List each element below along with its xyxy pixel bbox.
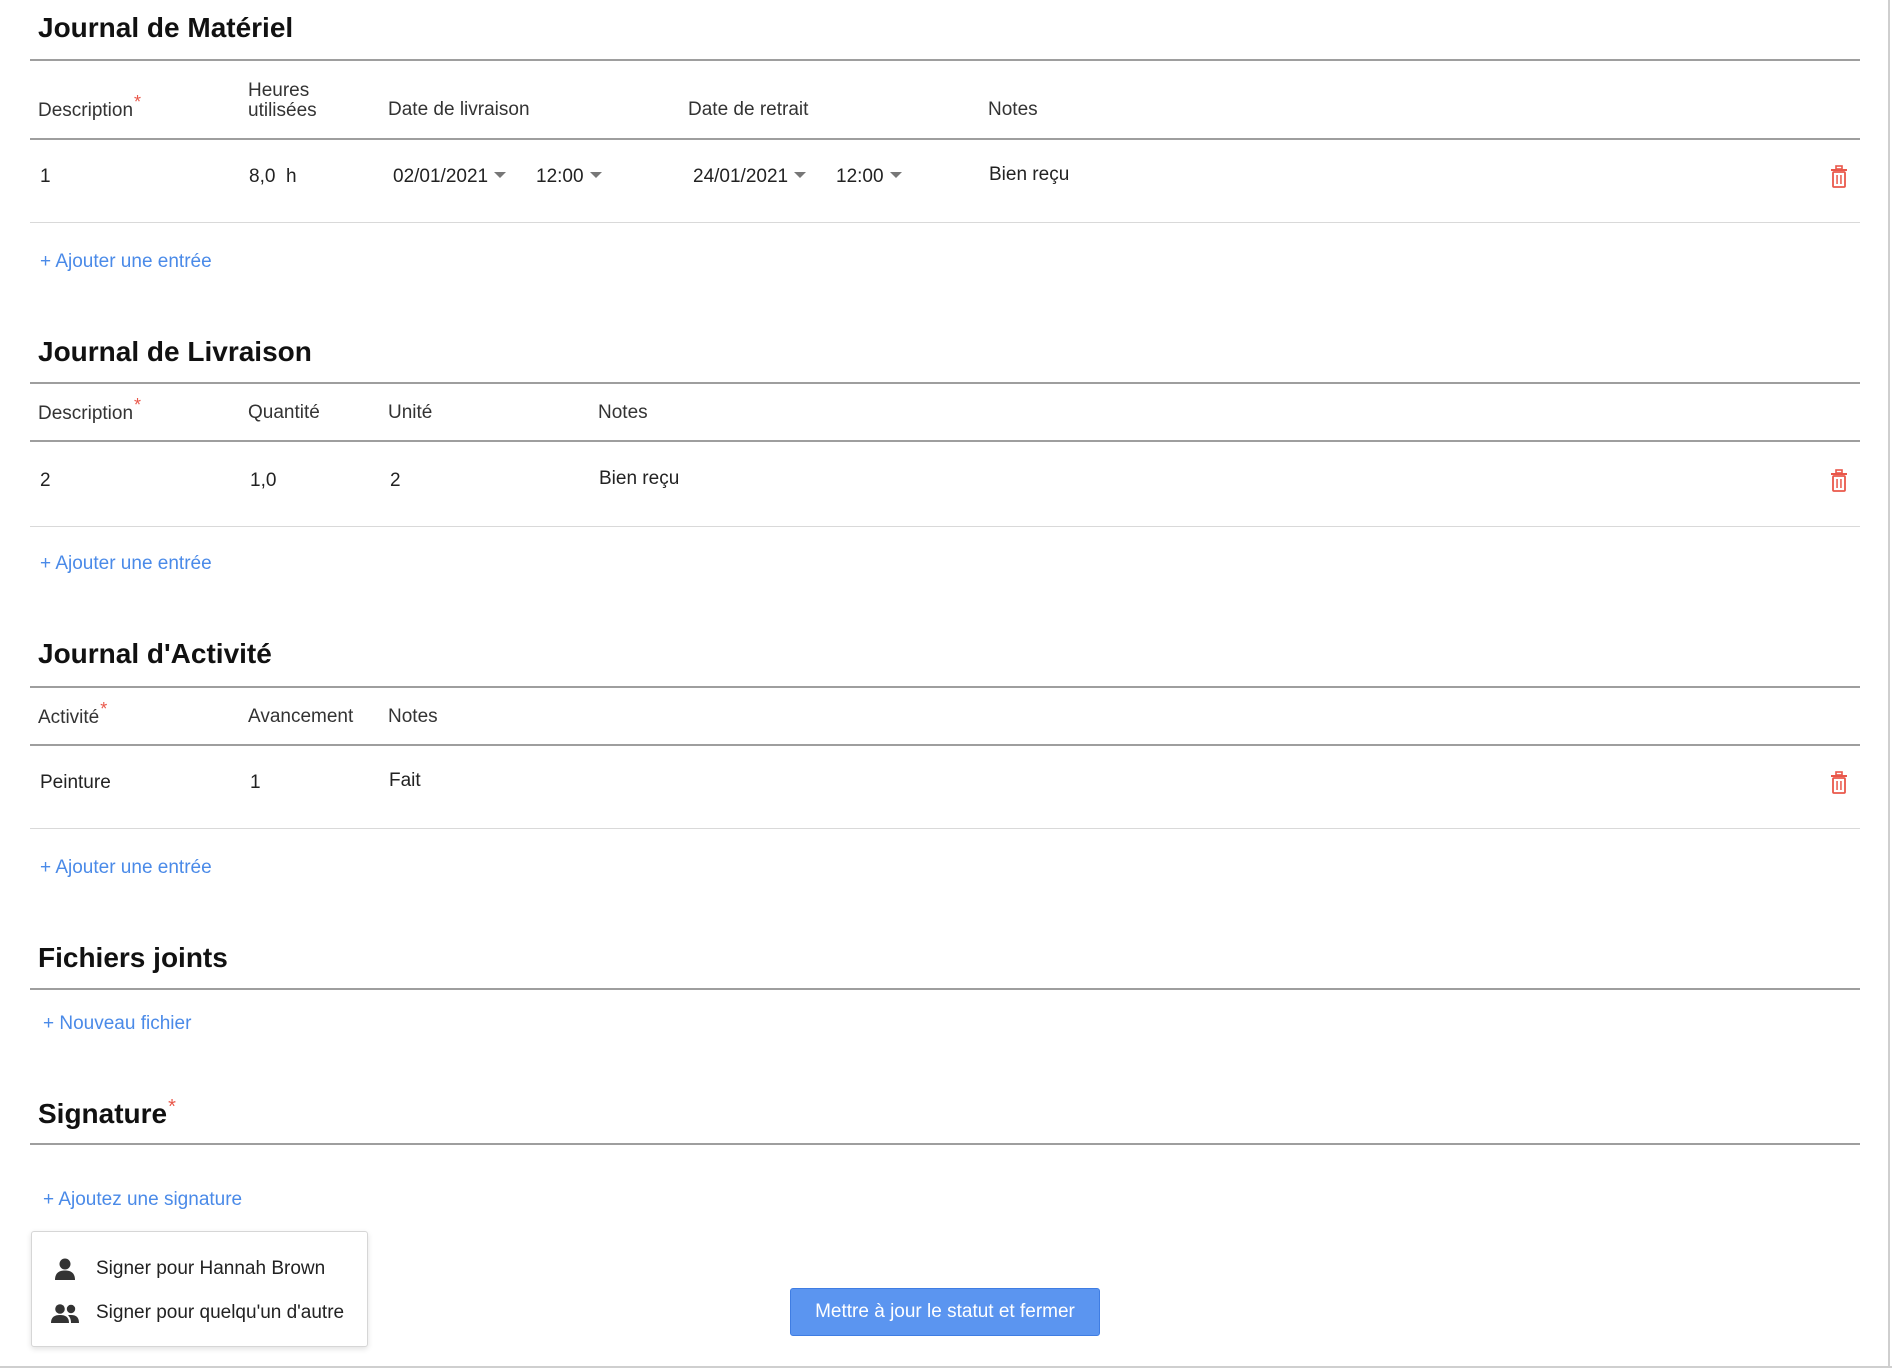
column-header-hours-used: Heures utilisées (248, 80, 317, 121)
column-header-activity: Activité* (38, 699, 108, 728)
activity-log-title-divider (30, 686, 1860, 688)
row-progress[interactable]: 1 (250, 772, 261, 794)
activity-log-header-divider (30, 744, 1860, 746)
row-notes[interactable]: Fait (389, 770, 421, 792)
row-notes[interactable]: Bien reçu (989, 164, 1069, 186)
column-header-description: Description* (38, 92, 142, 121)
update-status-and-close-button[interactable]: Mettre à jour le statut et fermer (790, 1288, 1100, 1336)
signature-title-divider (30, 1143, 1860, 1145)
row-notes[interactable]: Bien reçu (599, 468, 679, 490)
add-signature-link[interactable]: + Ajoutez une signature (43, 1189, 242, 1211)
row-divider (30, 526, 1860, 527)
person-icon (55, 1258, 75, 1280)
column-header-notes: Notes (388, 706, 438, 727)
column-header-notes: Notes (598, 402, 648, 423)
add-delivery-entry-link[interactable]: + Ajouter une entrée (40, 553, 212, 575)
required-marker: * (134, 92, 142, 112)
pickup-date-dropdown[interactable]: 24/01/2021 (693, 166, 807, 188)
row-unit[interactable]: 2 (390, 470, 401, 492)
delivery-time-dropdown[interactable]: 12:00 (536, 166, 602, 188)
caret-down-icon (494, 171, 507, 178)
material-log-title: Journal de Matériel (38, 12, 294, 43)
row-activity[interactable]: Peinture (40, 772, 111, 794)
add-material-entry-link[interactable]: + Ajouter une entrée (40, 251, 212, 273)
required-marker: * (168, 1096, 176, 1118)
column-header-unit: Unité (388, 402, 433, 423)
material-log-header-divider (30, 138, 1860, 140)
delivery-log-header-divider (30, 440, 1860, 442)
pickup-time-dropdown[interactable]: 12:00 (836, 166, 902, 188)
delivery-log-title-divider (30, 382, 1860, 384)
trash-icon[interactable] (1829, 469, 1849, 493)
sign-for-self-menu-item[interactable]: Signer pour Hannah Brown (32, 1249, 367, 1289)
signature-options-menu: Signer pour Hannah Brown Signer pour que… (31, 1231, 368, 1347)
column-header-quantity: Quantité (248, 402, 320, 423)
row-description[interactable]: 1 (40, 166, 51, 188)
new-file-link[interactable]: + Nouveau fichier (43, 1013, 191, 1035)
caret-down-icon (794, 171, 807, 178)
column-header-pickup-date: Date de retrait (688, 99, 809, 120)
caret-down-icon (889, 171, 902, 178)
column-header-delivery-date: Date de livraison (388, 99, 530, 120)
material-log-title-divider (30, 59, 1860, 61)
people-icon (51, 1304, 79, 1323)
row-divider (30, 828, 1860, 829)
delivery-log-title: Journal de Livraison (38, 336, 312, 367)
row-description[interactable]: 2 (40, 470, 51, 492)
activity-log-title: Journal d'Activité (38, 638, 272, 669)
caret-down-icon (589, 171, 602, 178)
row-hours-used[interactable]: 8,0 h (249, 166, 297, 188)
add-activity-entry-link[interactable]: + Ajouter une entrée (40, 857, 212, 879)
hours-unit: h (285, 166, 297, 187)
attachments-title: Fichiers joints (38, 942, 228, 973)
attachments-title-divider (30, 988, 1860, 990)
column-header-description: Description* (38, 395, 142, 424)
row-quantity[interactable]: 1,0 (250, 470, 276, 492)
required-marker: * (134, 395, 142, 415)
delivery-date-dropdown[interactable]: 02/01/2021 (393, 166, 507, 188)
window-right-border (1888, 0, 1890, 1368)
signature-title: Signature* (38, 1096, 176, 1129)
required-marker: * (100, 699, 108, 719)
column-header-progress: Avancement (248, 706, 354, 727)
trash-icon[interactable] (1829, 771, 1849, 795)
column-header-notes: Notes (988, 99, 1038, 120)
sign-for-someone-else-menu-item[interactable]: Signer pour quelqu'un d'autre (32, 1293, 367, 1333)
row-divider (30, 222, 1860, 223)
trash-icon[interactable] (1829, 165, 1849, 189)
